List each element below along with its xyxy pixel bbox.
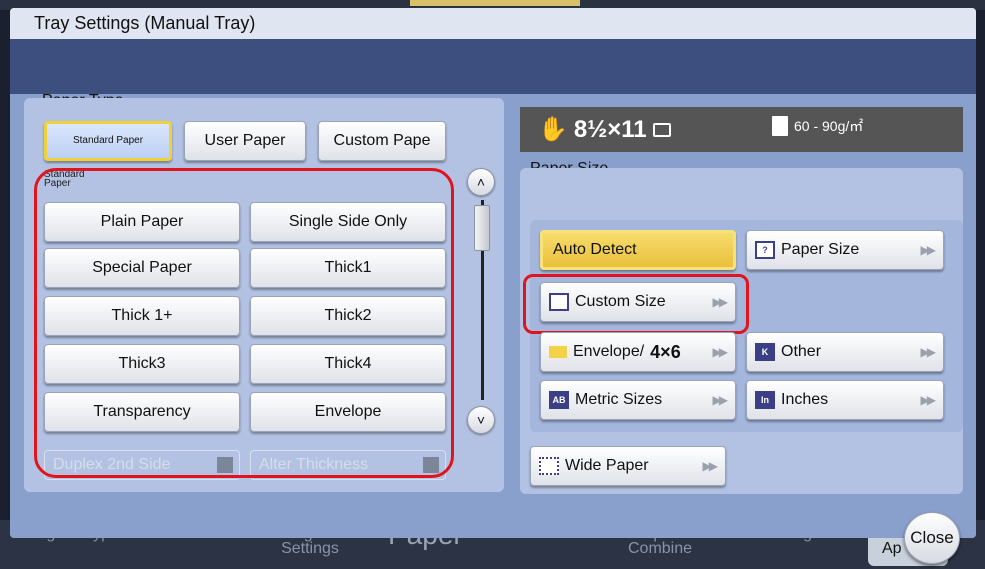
tab-user-paper[interactable]: User Paper: [184, 121, 306, 161]
envelope-4x6-button[interactable]: Envelope/4×6 ▶▶: [540, 332, 736, 372]
custom-size-button[interactable]: Custom Size ▶▶: [540, 282, 736, 322]
auto-detect-button[interactable]: Auto Detect: [540, 230, 736, 270]
metric-sizes-button[interactable]: AB Metric Sizes ▶▶: [540, 380, 736, 420]
paper-size-icon: ?: [755, 241, 775, 259]
chevron-up-icon: ˄: [476, 174, 486, 190]
wide-paper-label: Wide Paper: [565, 457, 649, 474]
duplex-2nd-side-label: Duplex 2nd Side: [53, 456, 171, 473]
double-chevron-right-icon: ▶▶: [712, 393, 729, 407]
metric-sizes-label: Metric Sizes: [575, 391, 663, 408]
standard-paper-sublabel: Standard Paper: [44, 169, 85, 189]
dialog-title: Tray Settings (Manual Tray): [10, 8, 976, 39]
double-chevron-right-icon: ▶▶: [920, 243, 937, 257]
paper-transparency-button[interactable]: Transparency: [44, 392, 240, 432]
scroll-up-button[interactable]: ˄: [467, 168, 495, 196]
other-label: Other: [781, 343, 822, 360]
wide-paper-icon: [539, 457, 559, 475]
paper-size-readout: ✋ 8½×11: [538, 115, 671, 144]
envelope-label: Envelope/: [573, 343, 645, 360]
paper-document-icon: [772, 116, 788, 136]
paper-orientation-icon: [652, 122, 671, 137]
inches-button[interactable]: In Inches ▶▶: [746, 380, 944, 420]
alter-thickness-label: Alter Thickness: [259, 456, 369, 473]
background-highlight: [410, 0, 580, 6]
paper-weight-readout: 60 - 90g/㎡: [772, 116, 863, 136]
scroll-down-button[interactable]: ˅: [467, 406, 495, 434]
scroll-thumb[interactable]: [474, 205, 490, 251]
paper-thick3-button[interactable]: Thick3: [44, 344, 240, 384]
paper-special-paper-button[interactable]: Special Paper: [44, 248, 240, 288]
paper-plain-paper-button[interactable]: Plain Paper: [44, 202, 240, 242]
close-button[interactable]: Close: [904, 512, 960, 564]
custom-size-label: Custom Size: [575, 293, 666, 310]
envelope-icon: [549, 346, 567, 358]
metric-sizes-icon: AB: [549, 391, 569, 409]
other-button[interactable]: K Other ▶▶: [746, 332, 944, 372]
tab-standard-paper[interactable]: Standard Paper: [44, 121, 172, 161]
paper-size-button[interactable]: ? Paper Size ▶▶: [746, 230, 944, 270]
double-chevron-right-icon: ▶▶: [920, 345, 937, 359]
custom-size-icon: [549, 293, 569, 311]
dialog-header-bar: [10, 39, 976, 94]
paper-thick1-button[interactable]: Thick1: [250, 248, 446, 288]
paper-weight-value: 60 - 90g/㎡: [794, 118, 864, 134]
toggle-indicator-icon: [217, 457, 233, 473]
paper-thick1plus-button[interactable]: Thick 1+: [44, 296, 240, 336]
toggle-indicator-icon: [423, 457, 439, 473]
paper-size-button-label: Paper Size: [781, 241, 860, 258]
other-size-icon: K: [755, 343, 775, 361]
paper-thick2-button[interactable]: Thick2: [250, 296, 446, 336]
wide-paper-button[interactable]: Wide Paper ▶▶: [530, 446, 726, 486]
duplex-2nd-side-toggle: Duplex 2nd Side: [44, 450, 240, 480]
chevron-down-icon: ˅: [476, 412, 486, 428]
tab-custom-paper[interactable]: Custom Pape: [318, 121, 446, 161]
paper-single-side-only-button[interactable]: Single Side Only: [250, 202, 446, 242]
paper-info-bar: ✋ 8½×11 60 - 90g/㎡: [520, 107, 963, 152]
double-chevron-right-icon: ▶▶: [712, 295, 729, 309]
envelope-size-label: 4×6: [650, 341, 681, 362]
double-chevron-right-icon: ▶▶: [920, 393, 937, 407]
inches-label: Inches: [781, 391, 829, 408]
paper-thick4-button[interactable]: Thick4: [250, 344, 446, 384]
manual-tray-hand-icon: ✋: [538, 116, 568, 143]
paper-envelope-button[interactable]: Envelope: [250, 392, 446, 432]
paper-size-value: 8½×11: [573, 115, 647, 143]
inches-icon: In: [755, 391, 775, 409]
alter-thickness-toggle: Alter Thickness: [250, 450, 446, 480]
double-chevron-right-icon: ▶▶: [712, 345, 729, 359]
double-chevron-right-icon: ▶▶: [702, 459, 719, 473]
